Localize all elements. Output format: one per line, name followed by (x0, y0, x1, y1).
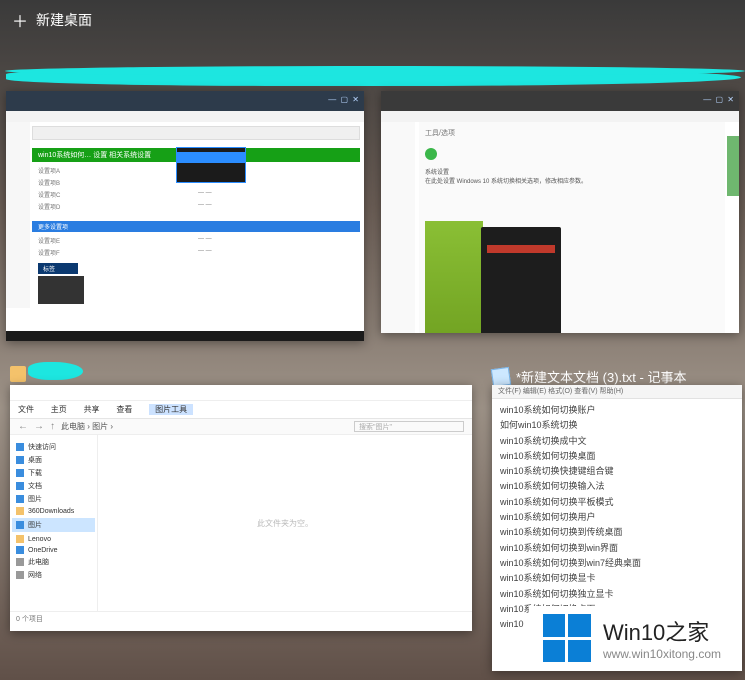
watermark: Win10之家 www.win10xitong.com (529, 606, 735, 670)
plus-icon: ＋ (12, 8, 28, 32)
taskview-window-explorer[interactable]: 文件 主页 共享 查看 图片工具 ← → ↑ 此电脑 › 图片 › 搜索"图片"… (10, 385, 472, 631)
side-widget[interactable] (727, 136, 739, 196)
nav-network[interactable]: 网络 (16, 570, 91, 580)
search-input[interactable]: 搜索"图片" (354, 421, 464, 432)
explorer-ribbon[interactable]: 文件 主页 共享 查看 图片工具 (10, 401, 472, 419)
pc-icon (16, 558, 24, 566)
thumbnail-image (38, 276, 84, 304)
new-desktop-label: 新建桌面 (36, 10, 92, 30)
nav-up-icon[interactable]: ↑ (50, 421, 55, 432)
settings-row: 设置项D— — (38, 202, 354, 211)
text-line: win10系统如何切换用户 (500, 510, 734, 525)
page-badge: 标签 (38, 263, 78, 274)
download-icon (16, 469, 24, 477)
taskview-window-chrome-2[interactable]: — ▢ ✕ 工具/选项 系统设置 在此处设置 Windows 10 系统切换相关… (381, 91, 739, 333)
mini-taskbar (6, 331, 364, 341)
ribbon-view[interactable]: 查看 (116, 405, 132, 414)
explorer-titlebar[interactable] (10, 385, 472, 401)
windows-logo-icon (543, 614, 591, 662)
explorer-statusbar: 0 个项目 (10, 611, 472, 627)
nav-onedrive[interactable]: OneDrive (16, 546, 91, 554)
nav-documents[interactable]: 文档 (16, 481, 91, 491)
article-heading: 工具/选项 (425, 128, 719, 138)
text-line: win10系统如何切换账户 (500, 403, 734, 418)
nav-quick-access[interactable]: 快速访问 (16, 442, 91, 452)
nav-downloads[interactable]: 下载 (16, 468, 91, 478)
new-desktop-button[interactable]: ＋ 新建桌面 (12, 8, 92, 32)
cloud-icon (16, 546, 24, 554)
picture-icon (16, 521, 24, 529)
censor-overlay (5, 66, 745, 76)
nav-pictures-selected[interactable]: 图片 (12, 518, 95, 532)
nav-thispc[interactable]: 此电脑 (16, 557, 91, 567)
text-line: win10系统如何切换输入法 (500, 479, 734, 494)
window-controls[interactable]: — ▢ ✕ (703, 95, 735, 104)
text-line: win10系统如何切换到传统桌面 (500, 525, 734, 540)
nav-lenovo[interactable]: Lenovo (16, 535, 91, 543)
article-line: 在此处设置 Windows 10 系统切换相关选项，修改相应参数。 (425, 176, 719, 185)
text-line: win10系统切换成中文 (500, 434, 734, 449)
watermark-url: www.win10xitong.com (603, 647, 721, 661)
folder-icon (10, 366, 26, 382)
chrome-addressbar[interactable] (381, 111, 739, 122)
explorer-content-empty: 此文件夹为空。 (98, 435, 472, 611)
folder-icon (16, 535, 24, 543)
chrome-tabstrip: — ▢ ✕ (6, 91, 364, 111)
window-controls[interactable]: — ▢ ✕ (328, 95, 360, 104)
settings-row: 设置项C— — (38, 190, 354, 199)
article-image (425, 221, 483, 333)
text-line: win10系统如何切换到win界面 (500, 541, 734, 556)
ribbon-file[interactable]: 文件 (18, 405, 34, 414)
explorer-navpane[interactable]: 快速访问 桌面 下载 文档 图片 360Downloads 图片 Lenovo … (10, 435, 98, 611)
article-subhead: 系统设置 (425, 167, 719, 176)
explorer-addressbar[interactable]: ← → ↑ 此电脑 › 图片 › 搜索"图片" (10, 419, 472, 435)
text-line: win10系统如何切换到win7经典桌面 (500, 556, 734, 571)
settings-row: 设置项F— — (38, 248, 354, 257)
bullet-icon (425, 148, 437, 160)
text-line: 如何win10系统切换 (500, 418, 734, 433)
nav-desktop[interactable]: 桌面 (16, 455, 91, 465)
chrome-tabstrip: — ▢ ✕ (381, 91, 739, 111)
settings-row: 设置项E— — (38, 236, 354, 245)
ribbon-share[interactable]: 共享 (84, 405, 100, 414)
notepad-menubar[interactable]: 文件(F) 编辑(E) 格式(O) 查看(V) 帮助(H) (492, 385, 742, 399)
window-title-explorer (10, 366, 26, 382)
ribbon-picture-tools[interactable]: 图片工具 (149, 404, 193, 415)
page-sidebar (6, 122, 30, 308)
text-line: win10系统切换快捷键组合键 (500, 464, 734, 479)
star-icon (16, 443, 24, 451)
text-line: win10系统如何切换独立显卡 (500, 587, 734, 602)
editor-toolbar[interactable] (32, 126, 360, 140)
taskview-window-chrome-1[interactable]: — ▢ ✕ win10系统如何… 设置 相关系统设置 设置项ACtrl+A 设置… (6, 91, 364, 341)
network-icon (16, 571, 24, 579)
page-sidebar (381, 122, 415, 333)
text-line: win10系统如何切换桌面 (500, 449, 734, 464)
desktop-icon (16, 456, 24, 464)
ribbon-home[interactable]: 主页 (51, 405, 67, 414)
breadcrumb[interactable]: 此电脑 › 图片 › (61, 421, 348, 432)
notepad-icon (491, 366, 511, 386)
nav-fwd-icon[interactable]: → (34, 421, 44, 432)
chrome-addressbar[interactable] (6, 111, 364, 122)
context-menu[interactable] (481, 227, 561, 333)
text-line: win10系统如何切换显卡 (500, 571, 734, 586)
notepad-title-text: *新建文本文档 (3).txt - 记事本 (516, 367, 686, 386)
article-body: 工具/选项 系统设置 在此处设置 Windows 10 系统切换相关选项，修改相… (419, 122, 725, 333)
nav-360dl[interactable]: 360Downloads (16, 507, 91, 515)
dark-popup[interactable] (176, 147, 246, 183)
window-title-notepad: *新建文本文档 (3).txt - 记事本 (492, 367, 686, 386)
section-header-blue: 更多设置项 (32, 221, 360, 232)
text-line: win10系统如何切换平板模式 (500, 495, 734, 510)
censor-overlay (28, 362, 83, 380)
watermark-title: Win10之家 (603, 615, 721, 647)
document-icon (16, 482, 24, 490)
picture-icon (16, 495, 24, 503)
nav-back-icon[interactable]: ← (18, 421, 28, 432)
notepad-textarea[interactable]: win10系统如何切换账户 如何win10系统切换 win10系统切换成中文 w… (492, 399, 742, 636)
folder-icon (16, 507, 24, 515)
nav-pictures[interactable]: 图片 (16, 494, 91, 504)
